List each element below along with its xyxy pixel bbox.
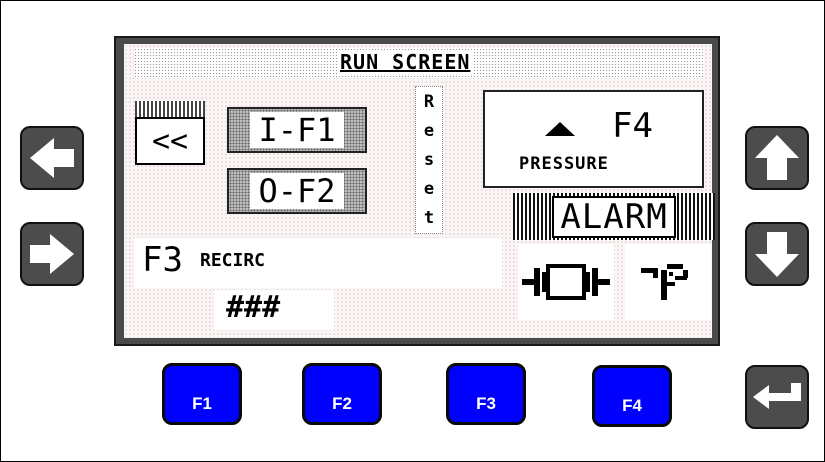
- right-arrow-key[interactable]: [20, 222, 84, 286]
- enter-icon: [753, 383, 801, 409]
- f1-key[interactable]: F1: [162, 363, 242, 425]
- down-arrow-key[interactable]: [745, 222, 809, 286]
- recirc-button[interactable]: F3 RECIRC: [134, 238, 502, 288]
- recirc-key-label: F3: [142, 240, 183, 280]
- value-display: ###: [214, 290, 334, 330]
- f1-key-label: F1: [192, 394, 212, 413]
- alarm-label: ALARM: [552, 195, 676, 238]
- valve-icon: [641, 264, 688, 300]
- arrow-up-triangle-icon: [545, 122, 575, 136]
- recirc-label: RECIRC: [200, 250, 266, 271]
- outlet-f2-label: O-F2: [250, 173, 344, 209]
- reset-letter: t: [423, 208, 435, 229]
- inlet-f1-button[interactable]: I-F1: [227, 107, 367, 153]
- arrow-right-icon: [30, 234, 74, 274]
- pressure-button[interactable]: F4 PRESSURE: [483, 90, 704, 188]
- alarm-indicator[interactable]: ALARM: [513, 193, 715, 240]
- f2-key[interactable]: F2: [302, 363, 382, 425]
- f3-key[interactable]: F3: [446, 363, 526, 425]
- reset-letter: e: [423, 120, 435, 141]
- reset-letter: R: [423, 91, 435, 112]
- pressure-key-label: F4: [612, 106, 653, 146]
- pump-icon: [522, 264, 610, 300]
- value-text: ###: [226, 290, 281, 325]
- arrow-down-icon: [755, 232, 799, 277]
- f2-key-label: F2: [332, 394, 352, 413]
- pressure-label: PRESSURE: [519, 154, 609, 174]
- up-arrow-key[interactable]: [745, 126, 809, 190]
- left-arrow-key[interactable]: [20, 126, 84, 190]
- back-button[interactable]: <<: [135, 117, 205, 165]
- f3-key-label: F3: [476, 394, 496, 413]
- reset-button[interactable]: R e s e t: [415, 86, 443, 234]
- screen-title: RUN SCREEN: [338, 50, 473, 74]
- reset-letter: e: [423, 179, 435, 200]
- pump-status[interactable]: [518, 244, 614, 320]
- outlet-f2-button[interactable]: O-F2: [227, 168, 367, 214]
- arrow-left-icon: [30, 138, 74, 178]
- f4-key[interactable]: F4: [592, 365, 672, 427]
- back-button-stripe: [135, 101, 205, 118]
- arrow-up-icon: [755, 135, 799, 180]
- reset-letter: s: [423, 149, 435, 170]
- valve-status[interactable]: [625, 244, 711, 320]
- inlet-f1-label: I-F1: [250, 112, 344, 148]
- back-button-label: <<: [151, 123, 189, 159]
- f4-key-label: F4: [622, 396, 642, 415]
- enter-key[interactable]: [745, 365, 809, 429]
